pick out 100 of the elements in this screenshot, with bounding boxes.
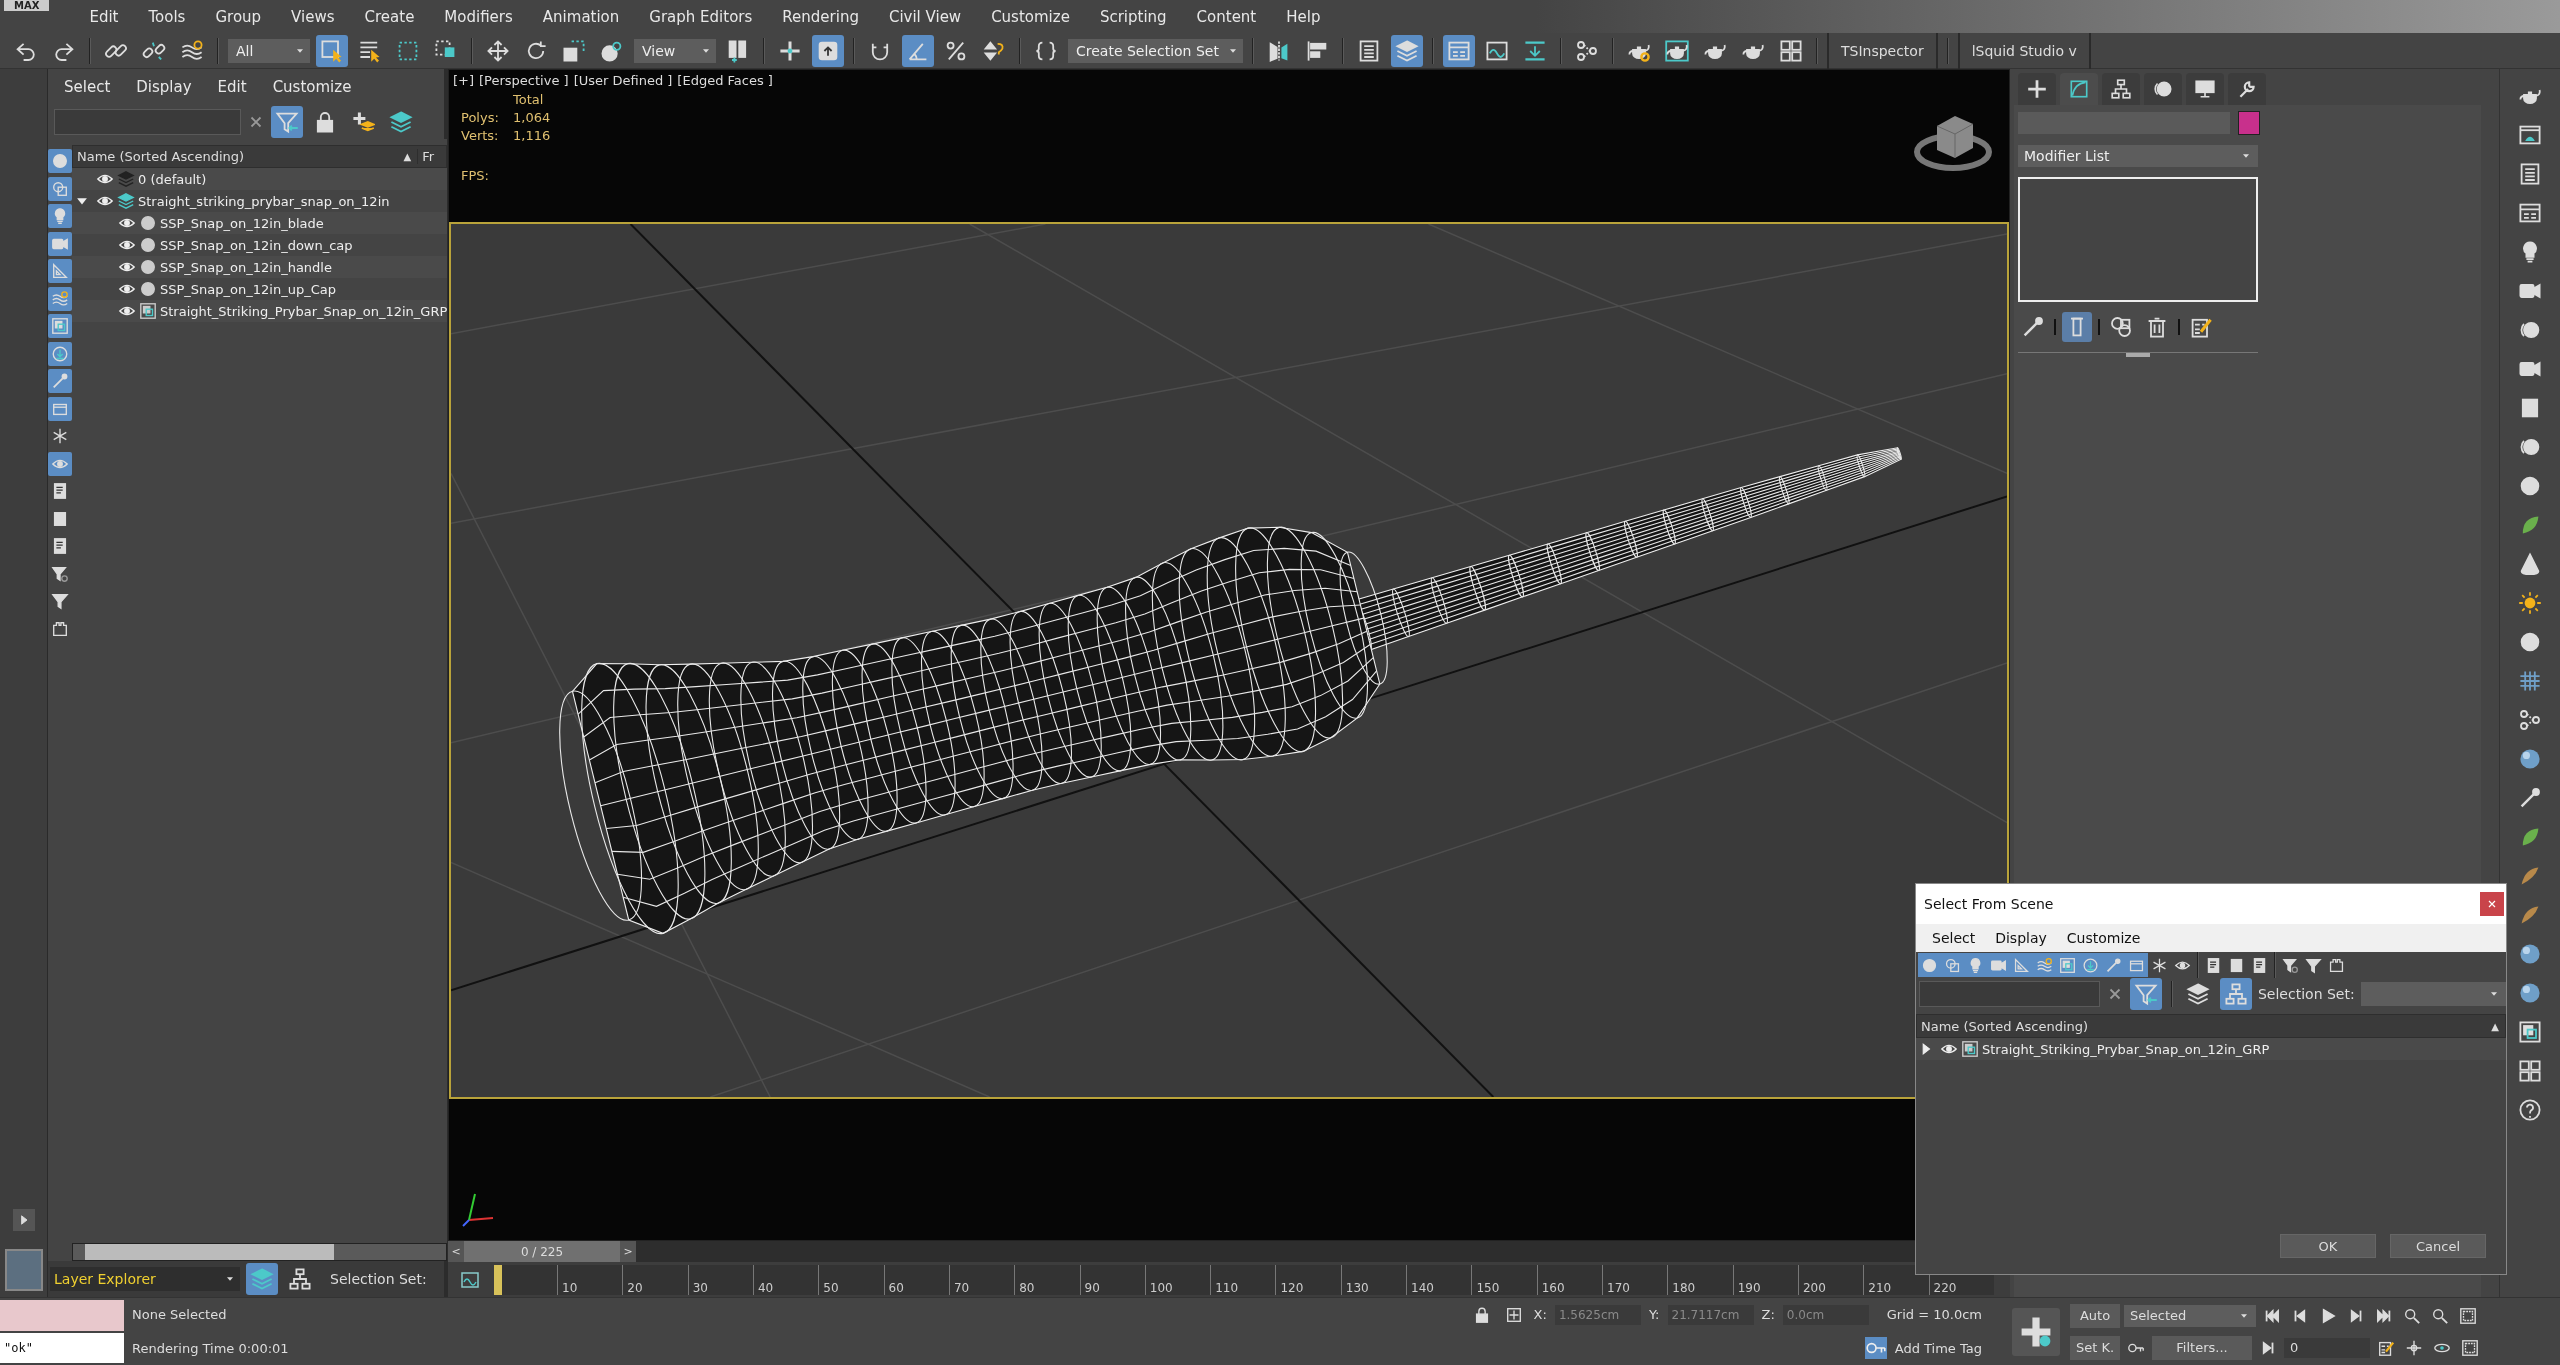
selection-set-label: Selection Set:: [330, 1271, 427, 1287]
frame-number: 50: [823, 1281, 839, 1295]
menu-item[interactable]: Help: [1286, 7, 1321, 26]
tree-item-label[interactable]: Straight_striking_prybar_snap_on_12in: [138, 193, 390, 209]
dialog-button[interactable]: OK: [2280, 1234, 2376, 1258]
frame-number: 130: [1345, 1281, 1369, 1295]
frame-field[interactable]: 0: [2284, 1337, 2370, 1358]
column-header[interactable]: Name (Sorted Ascending): [1921, 1018, 2486, 1034]
dialog-title: Select From Scene: [1924, 896, 2054, 912]
menu-item[interactable]: Animation: [542, 7, 620, 26]
frame-number: 180: [1672, 1281, 1696, 1295]
frame-number: 110: [1215, 1281, 1239, 1295]
frame-number: 170: [1607, 1281, 1630, 1295]
frame-number: 200: [1802, 1281, 1826, 1295]
menu-item[interactable]: Display: [136, 78, 192, 96]
menu-item[interactable]: Group: [215, 7, 262, 26]
frame-number: 210: [1868, 1281, 1892, 1295]
render-time: Rendering Time 0:00:01: [132, 1340, 290, 1356]
explorer-dropdown[interactable]: Layer Explorer: [50, 1267, 240, 1291]
dropdown-value: Modifier List: [2024, 148, 2110, 164]
tree-row[interactable]: SSP_Snap_on_12in_up_Cap: [72, 278, 448, 300]
app-logo[interactable]: MAX: [4, 0, 50, 11]
frame-number: 140: [1411, 1281, 1434, 1295]
frame-number: 160: [1541, 1281, 1565, 1295]
column-header[interactable]: Fr: [417, 149, 447, 164]
next-button[interactable]: >: [620, 1241, 636, 1262]
frame-counter: 0 / 225: [520, 1244, 564, 1259]
menu-item[interactable]: Customize: [991, 7, 1070, 26]
tree-item-label[interactable]: SSP_Snap_on_12in_handle: [160, 259, 332, 275]
dialog-button[interactable]: Cancel: [2390, 1234, 2486, 1258]
sort-arrow[interactable]: ▲: [2485, 1020, 2505, 1032]
add-time-tag-button[interactable]: Add Time Tag: [1864, 1337, 1982, 1360]
auto-key-button[interactable]: Auto: [2070, 1303, 2120, 1328]
stats-label: Verts:: [461, 128, 500, 143]
menu-item[interactable]: Display: [1995, 930, 2047, 946]
set-key-mode-button[interactable]: Set K.: [2070, 1335, 2120, 1360]
coordinate-label: X:: [1533, 1307, 1547, 1323]
viewport-label[interactable]: [+]: [453, 73, 475, 88]
selection-set-label: Selection Set:: [2258, 986, 2355, 1002]
menu-item[interactable]: Select: [64, 78, 111, 96]
viewport-label[interactable]: [User Defined ]: [573, 73, 673, 88]
tree-row[interactable]: Straight_striking_prybar_snap_on_12in: [72, 190, 448, 212]
sort-arrow[interactable]: ▲: [397, 151, 418, 162]
viewport-label[interactable]: [Edged Faces ]: [677, 73, 773, 88]
tree-row[interactable]: 0 (default): [72, 168, 448, 190]
frame-number: 120: [1280, 1281, 1304, 1295]
tree-item-label[interactable]: Straight_Striking_Prybar_Snap_on_12in_GRP: [1982, 1041, 2270, 1057]
dropdown-value: Create Selection Set: [1076, 42, 1219, 59]
frame-number: 30: [692, 1281, 708, 1295]
tree-item-label[interactable]: 0 (default): [138, 171, 207, 187]
selection-status: None Selected: [132, 1307, 228, 1323]
frame-number: 90: [1084, 1281, 1100, 1295]
menu-item[interactable]: Create: [364, 7, 415, 26]
fps-label: FPS:: [461, 168, 490, 183]
menu-item[interactable]: Select: [1932, 930, 1976, 946]
dropdown[interactable]: All: [228, 38, 310, 63]
frame-number: 220: [1933, 1281, 1957, 1295]
frame-number: 190: [1737, 1281, 1761, 1295]
viewport-label[interactable]: [Perspective ]: [479, 73, 569, 88]
menu-item[interactable]: Views: [291, 7, 335, 26]
modifier-list-dropdown[interactable]: Modifier List: [2018, 145, 2258, 167]
menu-item[interactable]: Edit: [217, 78, 247, 96]
dropdown[interactable]: View: [634, 38, 716, 63]
menu-item[interactable]: Tools: [148, 7, 186, 26]
previous-button[interactable]: <: [448, 1241, 464, 1262]
column-header[interactable]: Name (Sorted Ascending): [77, 149, 398, 164]
tree-item-label[interactable]: SSP_Snap_on_12in_up_Cap: [160, 281, 336, 297]
dropdown-value: All: [236, 42, 254, 59]
frame-number: 10: [562, 1281, 578, 1295]
tree-row[interactable]: SSP_Snap_on_12in_handle: [72, 256, 448, 278]
menu-item[interactable]: Customize: [272, 78, 352, 96]
frame-number: 150: [1476, 1281, 1500, 1295]
tree-item-label[interactable]: SSP_Snap_on_12in_blade: [160, 215, 324, 231]
dropdown-value: Selected: [2130, 1308, 2187, 1323]
key-mode-dropdown[interactable]: Selected: [2124, 1304, 2256, 1327]
dropdown[interactable]: Create Selection Set: [1068, 38, 1243, 63]
stats-value: 1,064: [513, 110, 552, 125]
menu-item[interactable]: Graph Editors: [649, 7, 753, 26]
coordinate-label: Y:: [1648, 1307, 1660, 1323]
frame-number: 40: [757, 1281, 774, 1295]
menu-item[interactable]: Customize: [2066, 930, 2141, 946]
menu-item[interactable]: Rendering: [782, 7, 859, 26]
tree-row[interactable]: Straight_Striking_Prybar_Snap_on_12in_GRP: [1916, 1038, 2506, 1060]
tree-item-label[interactable]: Straight_Striking_Prybar_Snap_on_12in_GRP: [160, 303, 448, 319]
menu-item[interactable]: Civil View: [888, 7, 962, 26]
tree-item-label[interactable]: SSP_Snap_on_12in_down_cap: [160, 237, 353, 253]
menu-item[interactable]: Scripting: [1099, 7, 1167, 26]
coordinate-label: Z:: [1761, 1307, 1775, 1323]
menu-item[interactable]: Modifiers: [444, 7, 513, 26]
filters-button[interactable]: Filters...: [2152, 1335, 2252, 1360]
maxscript-output-field[interactable]: "ok": [0, 1332, 124, 1363]
tree-row[interactable]: SSP_Snap_on_12in_blade: [72, 212, 448, 234]
stats-value: 1,116: [513, 128, 552, 143]
frame-number: 20: [627, 1281, 643, 1295]
menu-item[interactable]: Content: [1196, 7, 1257, 26]
tree-row[interactable]: Straight_Striking_Prybar_Snap_on_12in_GRP: [72, 300, 448, 322]
tree-row[interactable]: SSP_Snap_on_12in_down_cap: [72, 234, 448, 256]
dropdown-value: Layer Explorer: [54, 1271, 156, 1287]
frame-number: 80: [1019, 1281, 1035, 1295]
menu-item[interactable]: Edit: [89, 7, 119, 26]
